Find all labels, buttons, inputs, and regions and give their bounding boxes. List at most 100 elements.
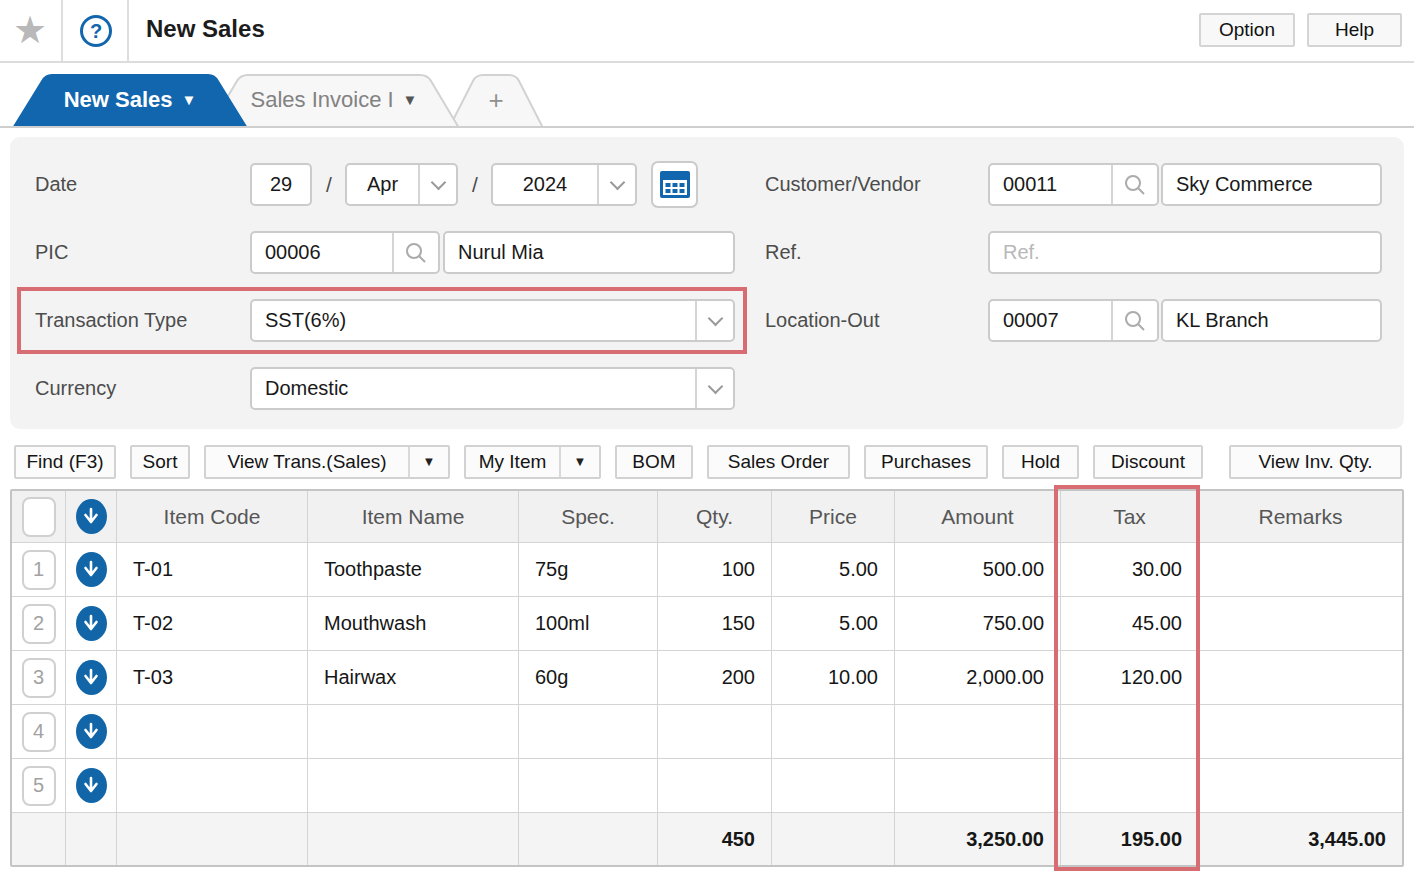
col-header-item-code[interactable]: Item Code: [117, 491, 308, 543]
find-button[interactable]: Find (F3): [14, 445, 116, 479]
my-item-button[interactable]: My Item ▼: [464, 445, 601, 479]
insert-header-cell[interactable]: [66, 491, 117, 543]
cell-item-name[interactable]: Mouthwash: [308, 597, 519, 651]
favorite-star-icon[interactable]: ★: [13, 8, 47, 52]
location-search-button[interactable]: [1113, 301, 1157, 340]
purchases-button[interactable]: Purchases: [864, 445, 988, 479]
cell-qty[interactable]: [658, 759, 772, 813]
cell-amount[interactable]: 750.00: [895, 597, 1061, 651]
col-header-price[interactable]: Price: [772, 491, 895, 543]
cell-spec[interactable]: [519, 759, 658, 813]
cell-price[interactable]: [772, 759, 895, 813]
cell-amount[interactable]: 500.00: [895, 543, 1061, 597]
hold-button[interactable]: Hold: [1002, 445, 1079, 479]
cell-qty[interactable]: 200: [658, 651, 772, 705]
cell-remarks[interactable]: [1199, 651, 1402, 705]
cell-price[interactable]: [772, 705, 895, 759]
cell-item-name[interactable]: Hairwax: [308, 651, 519, 705]
row-number-cell[interactable]: 3: [12, 651, 66, 705]
caret-down-icon[interactable]: ▼: [410, 447, 448, 477]
sales-order-button[interactable]: Sales Order: [707, 445, 850, 479]
customer-name-input[interactable]: Sky Commerce: [1161, 163, 1382, 206]
discount-button[interactable]: Discount: [1093, 445, 1203, 479]
row-insert-cell[interactable]: [66, 543, 117, 597]
cell-spec[interactable]: 60g: [519, 651, 658, 705]
calendar-button[interactable]: [651, 161, 698, 208]
arrow-down-icon[interactable]: [76, 768, 107, 803]
chevron-down-icon[interactable]: [420, 165, 456, 204]
view-trans-button[interactable]: View Trans.(Sales) ▼: [204, 445, 450, 479]
ref-input[interactable]: Ref.: [988, 231, 1382, 274]
arrow-down-icon[interactable]: [76, 552, 107, 587]
cell-item-code[interactable]: [117, 705, 308, 759]
cell-item-code[interactable]: T-03: [117, 651, 308, 705]
cell-item-name[interactable]: [308, 705, 519, 759]
cell-price[interactable]: 5.00: [772, 543, 895, 597]
cell-remarks[interactable]: [1199, 543, 1402, 597]
option-button[interactable]: Option: [1199, 13, 1295, 47]
cell-item-name[interactable]: [308, 759, 519, 813]
top-bar: ★ ? New Sales Option Help: [0, 0, 1414, 63]
col-header-remarks[interactable]: Remarks: [1199, 491, 1402, 543]
date-separator: /: [316, 163, 342, 206]
row-number-cell[interactable]: 2: [12, 597, 66, 651]
col-header-item-name[interactable]: Item Name: [308, 491, 519, 543]
cell-spec[interactable]: [519, 705, 658, 759]
row-insert-cell[interactable]: [66, 705, 117, 759]
cell-item-name[interactable]: Toothpaste: [308, 543, 519, 597]
cell-remarks[interactable]: [1199, 759, 1402, 813]
date-year-select[interactable]: 2024: [491, 163, 637, 206]
col-header-amount[interactable]: Amount: [895, 491, 1061, 543]
currency-select[interactable]: Domestic: [250, 367, 735, 410]
row-number-cell[interactable]: 1: [12, 543, 66, 597]
total-row-number-cell: [12, 813, 66, 865]
pic-search-button[interactable]: [394, 233, 438, 272]
tab-add-label[interactable]: +: [448, 74, 544, 128]
cell-price[interactable]: 5.00: [772, 597, 895, 651]
cell-spec[interactable]: 100ml: [519, 597, 658, 651]
col-header-qty[interactable]: Qty.: [658, 491, 772, 543]
bom-button[interactable]: BOM: [615, 445, 693, 479]
date-day-input[interactable]: 29: [250, 163, 312, 206]
chevron-down-icon[interactable]: [599, 165, 635, 204]
help-button[interactable]: Help: [1307, 13, 1402, 47]
row-insert-cell[interactable]: [66, 651, 117, 705]
cell-remarks[interactable]: [1199, 705, 1402, 759]
customer-code-input[interactable]: 00011: [990, 165, 1111, 204]
view-inv-qty-button[interactable]: View Inv. Qty.: [1229, 445, 1402, 479]
customer-search-button[interactable]: [1113, 165, 1157, 204]
row-insert-cell[interactable]: [66, 597, 117, 651]
help-circle-icon[interactable]: ?: [80, 15, 112, 47]
cell-item-code[interactable]: T-02: [117, 597, 308, 651]
caret-down-icon[interactable]: ▼: [561, 447, 599, 477]
date-month-select[interactable]: Apr: [345, 163, 458, 206]
cell-amount[interactable]: 2,000.00: [895, 651, 1061, 705]
col-header-spec[interactable]: Spec.: [519, 491, 658, 543]
cell-item-code[interactable]: [117, 759, 308, 813]
location-code-input[interactable]: 00007: [990, 301, 1111, 340]
select-all-cell[interactable]: [12, 491, 66, 543]
pic-code-input[interactable]: 00006: [252, 233, 392, 272]
cell-price[interactable]: 10.00: [772, 651, 895, 705]
location-name-input[interactable]: KL Branch: [1161, 299, 1382, 342]
row-number-cell[interactable]: 4: [12, 705, 66, 759]
cell-item-code[interactable]: T-01: [117, 543, 308, 597]
cell-qty[interactable]: 100: [658, 543, 772, 597]
cell-amount[interactable]: [895, 705, 1061, 759]
arrow-down-icon[interactable]: [76, 606, 107, 641]
row-insert-cell[interactable]: [66, 759, 117, 813]
row-number-cell[interactable]: 5: [12, 759, 66, 813]
select-all-checkbox[interactable]: [22, 497, 56, 537]
arrow-down-icon[interactable]: [76, 714, 107, 749]
tab-sales-invoice-label[interactable]: Sales Invoice I▼: [208, 74, 460, 128]
chevron-down-icon[interactable]: [697, 369, 733, 408]
arrow-down-icon[interactable]: [76, 499, 107, 534]
pic-name-input[interactable]: Nurul Mia: [443, 231, 735, 274]
cell-remarks[interactable]: [1199, 597, 1402, 651]
cell-spec[interactable]: 75g: [519, 543, 658, 597]
arrow-down-icon[interactable]: [76, 660, 107, 695]
cell-amount[interactable]: [895, 759, 1061, 813]
cell-qty[interactable]: 150: [658, 597, 772, 651]
cell-qty[interactable]: [658, 705, 772, 759]
sort-button[interactable]: Sort: [130, 445, 190, 479]
